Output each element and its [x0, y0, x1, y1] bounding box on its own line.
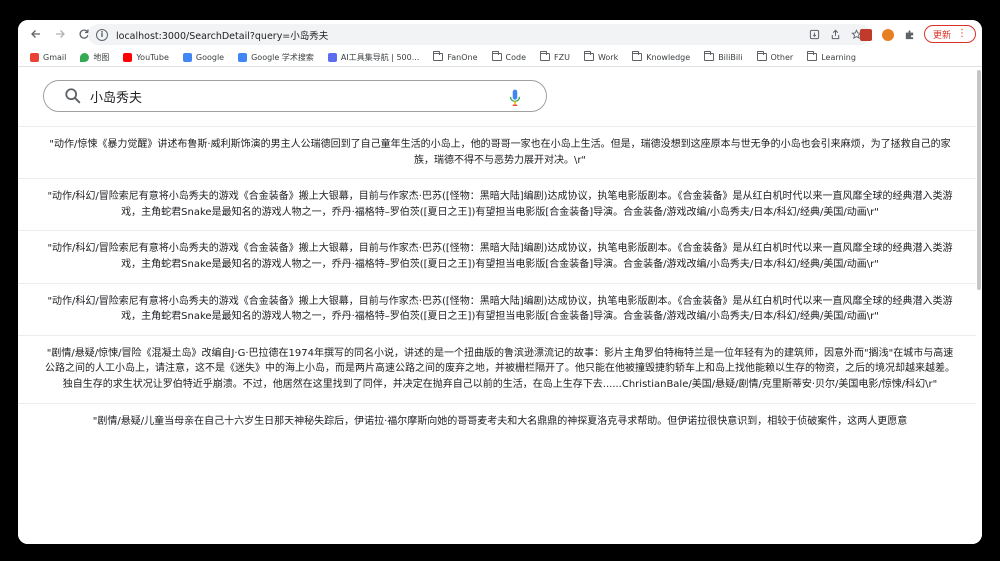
bookmark-item[interactable]: BiliBili [704, 51, 743, 62]
forward-button[interactable] [50, 24, 70, 44]
bookmark-item[interactable]: Google 学术搜索 [238, 52, 314, 63]
bookmark-label: Gmail [43, 52, 67, 62]
bookmark-item[interactable]: Work [583, 51, 619, 62]
result-item[interactable]: "剧情/悬疑/惊悚/冒险《混凝土岛》改编自J·G·巴拉德在1974年撰写的同名小… [18, 334, 976, 403]
result-item[interactable]: "动作/科幻/冒险索尼有意将小岛秀夫的游戏《合金装备》搬上大银幕，目前与作家杰·… [18, 230, 976, 282]
results-list: "动作/惊悚《暴力觉醒》讲述布鲁斯·威利斯饰演的男主人公瑞德回到了自己童年生活的… [18, 126, 976, 439]
result-item[interactable]: "动作/科幻/冒险索尼有意将小岛秀夫的游戏《合金装备》搬上大银幕，目前与作家杰·… [18, 178, 976, 230]
bookmark-item[interactable]: FZU [540, 51, 570, 62]
url-text: localhost:3000/SearchDetail?query=小岛秀夫 [116, 30, 329, 42]
folder-icon [491, 51, 502, 61]
bookmark-label: Google 学术搜索 [251, 52, 314, 62]
result-item[interactable]: "动作/惊悚《暴力觉醒》讲述布鲁斯·威利斯饰演的男主人公瑞德回到了自己童年生活的… [18, 126, 976, 178]
bookmark-label: Work [597, 52, 619, 62]
forward-arrow-icon [56, 30, 65, 38]
update-button[interactable]: 更新 ⋮ [923, 25, 976, 43]
folder-icon [807, 51, 818, 61]
folder-icon [583, 51, 594, 61]
bookmark-item[interactable]: Learning [807, 51, 856, 62]
bookmark-label: BiliBili [718, 52, 743, 62]
site-info-icon[interactable]: i [96, 28, 108, 41]
bookmark-label: YouTube [136, 52, 169, 62]
extension-orange-icon[interactable] [882, 28, 894, 41]
bookmark-label: Code [505, 52, 526, 62]
result-item[interactable]: "动作/科幻/冒险索尼有意将小岛秀夫的游戏《合金装备》搬上大银幕，目前与作家杰·… [18, 282, 976, 335]
scholar-icon [238, 52, 248, 62]
page-content: "动作/惊悚《暴力觉醒》讲述布鲁斯·威利斯饰演的男主人公瑞德回到了自己童年生活的… [18, 68, 982, 544]
bookmark-item[interactable]: Knowledge [632, 51, 691, 62]
bookmark-item[interactable]: Other [756, 51, 794, 62]
install-app-icon[interactable] [809, 29, 820, 40]
omnibox-actions [809, 24, 862, 45]
bookmark-item[interactable]: 地图 [80, 52, 109, 63]
google-icon [182, 52, 192, 62]
bookmark-label: Google [195, 52, 225, 62]
back-arrow-icon [31, 30, 40, 38]
bookmark-label: Other [770, 52, 794, 62]
result-item[interactable]: "剧情/悬疑/儿童当母亲在自己十六岁生日那天神秘失踪后，伊诺拉·福尔摩斯向她的哥… [18, 402, 976, 440]
browser-toolbar: i localhost:3000/SearchDetail?query=小岛秀夫… [18, 20, 982, 48]
bookmark-item[interactable]: AI工具集导航 | 500... [327, 52, 420, 63]
bookmark-item[interactable]: Gmail [30, 52, 67, 62]
youtube-icon [123, 52, 133, 62]
bookmark-label: Knowledge [646, 52, 691, 62]
nav-buttons [26, 24, 94, 44]
bookmark-label: AI工具集导航 | 500... [340, 52, 420, 62]
search-bar[interactable] [43, 80, 547, 112]
share-icon[interactable] [830, 29, 841, 40]
browser-window: i localhost:3000/SearchDetail?query=小岛秀夫… [18, 20, 982, 544]
folder-icon [704, 51, 715, 61]
folder-icon [756, 51, 767, 61]
folder-icon [632, 51, 643, 61]
scroll-thumb[interactable] [977, 70, 981, 290]
bookmarks-bar: Gmail 地图 YouTube Google Google 学术搜索 AI工具集导航 |… [18, 48, 982, 67]
bookmark-label: FanOne [447, 52, 478, 62]
gmail-icon [30, 52, 39, 62]
folder-icon [540, 51, 550, 61]
bookmark-label: Learning [821, 52, 856, 62]
address-bar[interactable]: i localhost:3000/SearchDetail?query=小岛秀夫 [88, 24, 870, 45]
scrollbar[interactable] [976, 68, 981, 544]
microphone-icon[interactable] [506, 89, 524, 107]
bookmark-label: 地图 [93, 52, 110, 62]
puzzle-extensions-icon[interactable] [904, 29, 915, 40]
bookmark-item[interactable]: Code [491, 51, 526, 62]
ai-tools-icon [327, 52, 337, 62]
bookmark-item[interactable]: FanOne [433, 51, 478, 62]
maps-icon [80, 52, 90, 62]
more-menu-icon: ⋮ [957, 28, 967, 39]
search-icon [65, 88, 81, 104]
extension-red-icon[interactable] [860, 28, 872, 41]
bookmark-item[interactable]: YouTube [123, 52, 169, 62]
bookmark-label: FZU [554, 52, 570, 62]
folder-icon [433, 51, 444, 61]
bookmark-item[interactable]: Google [182, 52, 225, 62]
search-input[interactable] [90, 88, 490, 104]
update-label: 更新 [932, 30, 951, 41]
back-button[interactable] [26, 24, 46, 44]
